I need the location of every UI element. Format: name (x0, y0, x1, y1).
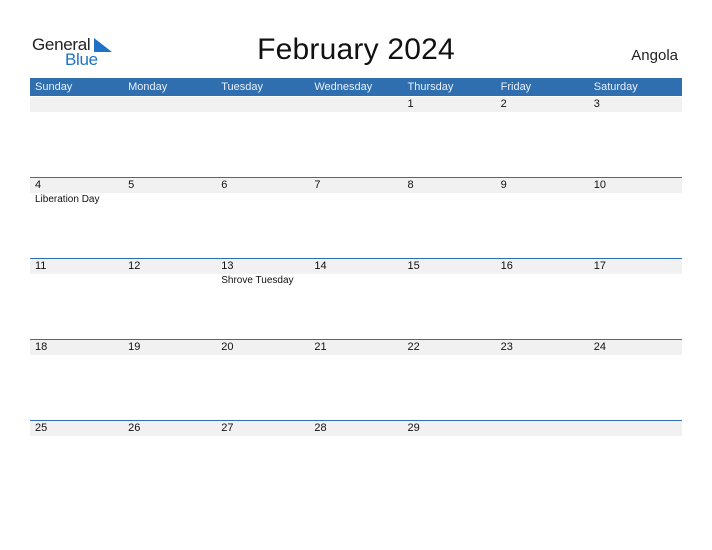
day-number: 25 (35, 422, 48, 434)
day-cell: 21 (309, 339, 402, 420)
day-number: 15 (407, 260, 420, 272)
day-cell (309, 96, 402, 177)
holiday-label: Liberation Day (35, 194, 100, 205)
day-cell (30, 96, 123, 177)
day-number: 21 (314, 341, 327, 353)
day-number: 23 (500, 341, 513, 353)
day-number: 9 (500, 179, 507, 191)
day-cell: 2 (496, 96, 589, 177)
weekday-header: Sunday Monday Tuesday Wednesday Thursday… (30, 78, 682, 96)
week-row: 18 19 20 21 22 23 24 (30, 339, 682, 420)
day-number: 29 (407, 422, 420, 434)
day-number: 22 (407, 341, 420, 353)
weekday-tuesday: Tuesday (221, 81, 264, 93)
day-cell: 11 (30, 258, 123, 339)
day-cell: 18 (30, 339, 123, 420)
weekday-friday: Friday (500, 81, 532, 93)
day-number: 1 (407, 98, 414, 110)
day-cell (216, 96, 309, 177)
day-number: 3 (593, 98, 600, 110)
week-row: 11 12 13 Shrove Tuesday 14 15 16 17 (30, 258, 682, 339)
holiday-label: Shrove Tuesday (221, 275, 294, 286)
day-cell: 24 (589, 339, 682, 420)
day-cell: 10 (589, 177, 682, 258)
day-cell (496, 420, 589, 501)
day-cell: 23 (496, 339, 589, 420)
day-number: 5 (128, 179, 135, 191)
weekday-saturday: Saturday (593, 81, 638, 93)
day-cell: 29 (403, 420, 496, 501)
day-number: 12 (128, 260, 141, 272)
day-number: 6 (221, 179, 228, 191)
day-number: 10 (593, 179, 606, 191)
day-cell (123, 96, 216, 177)
day-cell: 15 (403, 258, 496, 339)
weekday-monday: Monday (128, 81, 168, 93)
day-number: 11 (35, 260, 47, 272)
day-number: 16 (500, 260, 513, 272)
day-cell: 26 (123, 420, 216, 501)
week-row: 25 26 27 28 29 (30, 420, 682, 501)
day-number: 19 (128, 341, 141, 353)
day-cell: 4 Liberation Day (30, 177, 123, 258)
day-cell: 14 (309, 258, 402, 339)
weekday-sunday: Sunday (35, 81, 73, 93)
day-cell: 28 (309, 420, 402, 501)
day-number: 24 (593, 341, 606, 353)
week-row: 1 2 3 (30, 96, 682, 177)
weekday-thursday: Thursday (407, 81, 454, 93)
day-number: 2 (500, 98, 507, 110)
day-number: 8 (407, 179, 414, 191)
day-cell: 19 (123, 339, 216, 420)
day-cell: 3 (589, 96, 682, 177)
day-cell: 6 (216, 177, 309, 258)
day-number: 28 (314, 422, 327, 434)
day-cell: 12 (123, 258, 216, 339)
day-cell: 9 (496, 177, 589, 258)
day-cell: 16 (496, 258, 589, 339)
day-cell: 13 Shrove Tuesday (216, 258, 309, 339)
day-cell: 1 (403, 96, 496, 177)
day-cell: 25 (30, 420, 123, 501)
calendar-title: February 2024 (257, 33, 455, 66)
day-cell: 7 (309, 177, 402, 258)
week-row: 4 Liberation Day 5 6 7 8 9 10 (30, 177, 682, 258)
day-cell: 8 (403, 177, 496, 258)
day-number: 4 (35, 179, 42, 191)
day-number: 20 (221, 341, 234, 353)
day-cell: 22 (403, 339, 496, 420)
day-cell: 17 (589, 258, 682, 339)
day-number: 18 (35, 341, 48, 353)
weekday-wednesday: Wednesday (314, 81, 373, 93)
day-number: 27 (221, 422, 234, 434)
day-number: 7 (314, 179, 321, 191)
day-cell: 5 (123, 177, 216, 258)
day-cell: 20 (216, 339, 309, 420)
day-cell (589, 420, 682, 501)
day-number: 26 (128, 422, 141, 434)
day-cell: 27 (216, 420, 309, 501)
day-number: 13 (221, 260, 234, 272)
day-number: 17 (593, 260, 606, 272)
country-label: Angola (631, 47, 678, 64)
day-number: 14 (314, 260, 327, 272)
